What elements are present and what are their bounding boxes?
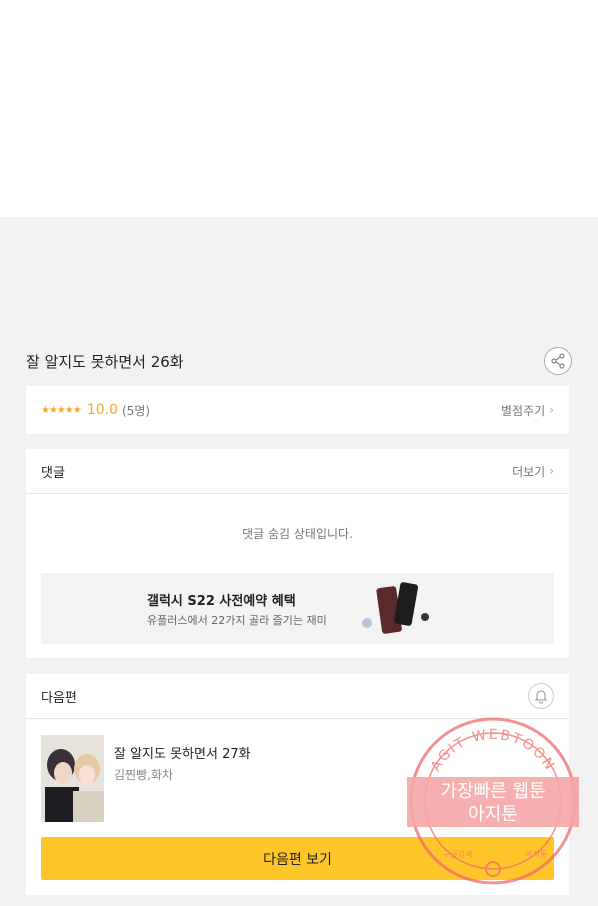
comments-title: 댓글	[41, 465, 65, 481]
comments-hidden-message: 댓글 숨김 상태입니다.	[242, 527, 353, 541]
watermark-footer-right: 아지툰	[525, 849, 547, 859]
episode-header: 잘 알지도 못하면서 26화	[26, 343, 572, 379]
rating-summary: ★★★★★ 10.0 (5명)	[41, 402, 150, 419]
rate-link-label: 별점주기	[501, 403, 546, 418]
ad-banner[interactable]: 갤럭시 S22 사전예약 혜택 유플러스에서 22가지 골라 즐기는 재미	[41, 573, 554, 644]
rating-card: ★★★★★ 10.0 (5명) 별점주기 ›	[26, 386, 569, 434]
next-episode-authors: 김찐빵,화차	[114, 768, 174, 782]
chevron-right-icon: ›	[549, 464, 554, 478]
watermark-line1: 가장빠른 웹툰	[440, 781, 545, 802]
ad-title: 갤럭시 S22 사전예약 혜택	[147, 593, 296, 609]
episode-thumbnail	[41, 735, 104, 822]
comments-card: 댓글 더보기 › 댓글 숨김 상태입니다. 갤럭시 S22 사전예약 혜택 유플…	[26, 449, 569, 658]
notify-button[interactable]	[528, 683, 554, 709]
ad-subtitle: 유플러스에서 22가지 골라 즐기는 재미	[147, 613, 327, 627]
top-blank-area	[0, 0, 598, 217]
next-episode-title-label: 다음편	[41, 690, 77, 706]
comments-more-label: 더보기	[512, 464, 546, 479]
watermark-footer-left: 구글검색	[443, 849, 472, 859]
next-episode-title: 잘 알지도 못하면서 27화	[114, 747, 251, 762]
comments-header: 댓글 더보기 ›	[26, 449, 569, 494]
episode-title: 잘 알지도 못하면서 26화	[26, 352, 184, 371]
share-icon	[551, 353, 565, 369]
chevron-right-icon: ›	[549, 403, 554, 417]
rating-stars: ★★★★★	[41, 404, 82, 416]
next-episode-info: 잘 알지도 못하면서 27화 김찐빵,화차	[114, 743, 251, 822]
rating-count: (5명)	[122, 403, 151, 418]
next-episode-header: 다음편	[26, 674, 569, 719]
watermark-line2: 아지툰	[468, 804, 518, 825]
rating-score: 10.0	[86, 402, 118, 418]
phone-product-image	[361, 581, 429, 634]
watermark-seal: AGIT WEBTOON 가장빠른 웹툰 아지툰 구글검색 아지툰	[407, 717, 579, 885]
share-button[interactable]	[544, 347, 572, 375]
comments-more-link[interactable]: 더보기 ›	[512, 463, 554, 480]
rate-link[interactable]: 별점주기 ›	[501, 402, 554, 419]
ad-text: 갤럭시 S22 사전예약 혜택 유플러스에서 22가지 골라 즐기는 재미	[147, 590, 327, 628]
bell-icon	[534, 690, 548, 704]
